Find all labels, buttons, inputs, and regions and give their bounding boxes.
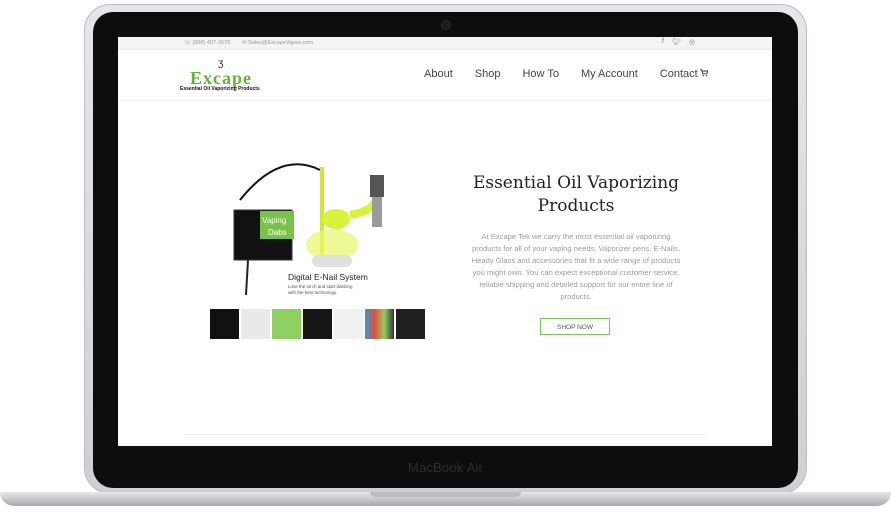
site-logo[interactable]: ʒ Excape Essential Oil Vaporizing Produc… [180, 58, 280, 94]
thumbnail[interactable] [396, 309, 425, 339]
shop-now-button[interactable]: SHOP NOW [540, 318, 610, 335]
nav-item-contact[interactable]: Contact [660, 68, 698, 80]
thumbnail[interactable] [241, 309, 270, 339]
hero-title: Essential Oil Vaporizing Products [466, 172, 686, 218]
device-label: MacBook Air [407, 460, 484, 475]
product-hero-image[interactable]: Vaping Dabs Digital E-Nail System Lose t… [210, 155, 418, 307]
top-info-bar: ☏ (888) 407-2679 ✉ Sales@ExcapeVapes.com… [118, 37, 772, 50]
thumbnail[interactable] [272, 309, 301, 339]
thumbnail-strip [210, 309, 425, 339]
badge-line-1: Vaping [262, 216, 286, 225]
social-links: f 🐦︎ ◎ [662, 38, 695, 46]
thumbnail[interactable] [210, 309, 239, 339]
laptop-base-notch [370, 492, 521, 497]
thumbnail[interactable] [365, 309, 394, 339]
nav-item-about[interactable]: About [424, 68, 453, 80]
hero-title-line-2: Products [537, 196, 615, 216]
image-subcaption-2: with the best technology. [288, 290, 337, 295]
thumbnail[interactable] [334, 309, 363, 339]
cart-icon[interactable] [700, 69, 708, 77]
email-link[interactable]: ✉ Sales@ExcapeVapes.com [242, 40, 313, 46]
hero-description: At Excape Tek we carry the most essentia… [471, 232, 681, 301]
section-divider [184, 434, 706, 435]
camera-icon [441, 20, 451, 30]
logo-tagline: Essential Oil Vaporizing Products [180, 86, 260, 92]
email-text: Sales@ExcapeVapes.com [248, 40, 313, 46]
instagram-icon[interactable]: ◎ [689, 38, 695, 46]
twitter-icon[interactable]: 🐦︎ [672, 38, 681, 46]
image-caption: Digital E-Nail System [288, 272, 368, 282]
hero-title-line-1: Essential Oil Vaporizing [472, 173, 680, 193]
thumbnail[interactable] [303, 309, 332, 339]
site-header: ʒ Excape Essential Oil Vaporizing Produc… [118, 50, 772, 101]
badge-line-2: Dabs [268, 228, 287, 237]
phone-text: (888) 407-2679 [192, 40, 231, 46]
nav-item-shop[interactable]: Shop [475, 68, 501, 80]
facebook-icon[interactable]: f [662, 38, 664, 46]
main-nav: About Shop How To My Account Contact [424, 68, 698, 80]
nav-item-my-account[interactable]: My Account [581, 68, 638, 80]
website-screen: ☏ (888) 407-2679 ✉ Sales@ExcapeVapes.com… [118, 37, 772, 446]
image-subcaption-1: Lose the torch and start dabbing [288, 284, 353, 289]
phone-number[interactable]: ☏ (888) 407-2679 [184, 40, 230, 46]
nav-item-how-to[interactable]: How To [522, 68, 558, 80]
